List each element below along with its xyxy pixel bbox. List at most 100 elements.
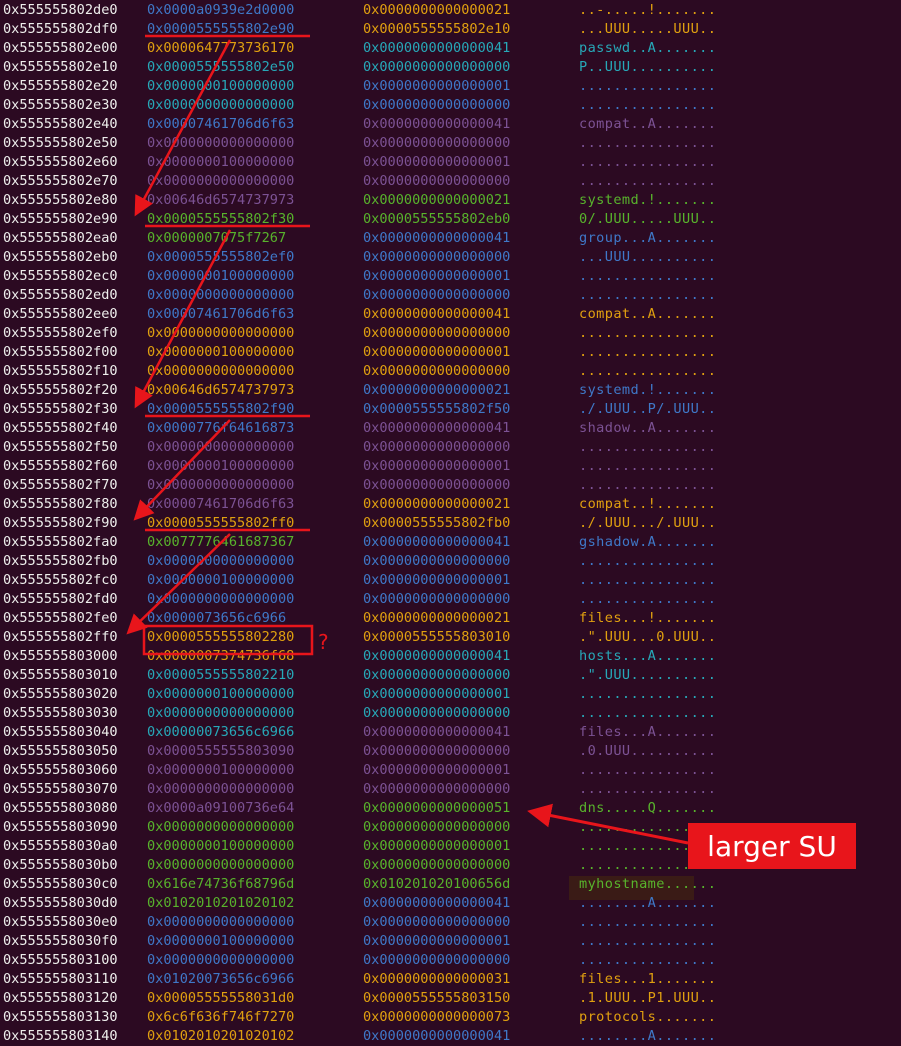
qword-cell-low: 0x00646d6574737973: [147, 192, 295, 208]
memory-row: 0x555555802fd0 0x0000000000000000 0x000000…: [0, 590, 901, 609]
memory-row: 0x555555803080 0x0000a09100736e64 0x000000…: [0, 799, 901, 818]
qword-cell-low: 0x0000a0939e2d0000: [147, 2, 295, 18]
address-cell: 0x555555803010: [3, 667, 118, 683]
qword-cell-low: 0x0000555555802f90: [147, 401, 295, 417]
qword-cell-low: 0x0000000000000000: [147, 914, 295, 930]
ascii-cell: ................: [579, 477, 717, 493]
qword-cell-low: 0x0000776f64616873: [147, 420, 295, 436]
qword-cell-low: 0x0000555555802210: [147, 667, 295, 683]
ascii-cell: files...1.......: [579, 971, 717, 987]
qword-cell-low: 0x0000000000000000: [147, 173, 295, 189]
address-cell: 0x555555803080: [3, 800, 118, 816]
address-cell: 0x555555803070: [3, 781, 118, 797]
ascii-cell: .".UUU...0.UUU..: [579, 629, 717, 645]
ascii-cell: ................: [579, 154, 717, 170]
qword-cell-high: 0x0000000000000000: [363, 553, 511, 569]
qword-cell-high: 0x0000000000000000: [363, 97, 511, 113]
qword-cell-high: 0x0000000000000041: [363, 648, 511, 664]
memory-row: 0x555555802f20 0x00646d6574737973 0x000000…: [0, 381, 901, 400]
ascii-cell: ................: [579, 914, 717, 930]
qword-cell-high: 0x0000000000000000: [363, 135, 511, 151]
qword-cell-low: 0x0000555555802280: [147, 629, 295, 645]
qword-cell-high: 0x0000000000000000: [363, 591, 511, 607]
memory-row: 0x555555802ed0 0x0000000000000000 0x000000…: [0, 286, 901, 305]
memory-row: 0x555555802f50 0x0000000000000000 0x000000…: [0, 438, 901, 457]
address-cell: 0x555555802f80: [3, 496, 118, 512]
ascii-cell: protocols.......: [579, 1009, 717, 1025]
qword-cell-low: 0x0000000100000000: [147, 78, 295, 94]
address-cell: 0x555555802e10: [3, 59, 118, 75]
address-cell: 0x555555802fa0: [3, 534, 118, 550]
ascii-cell: hosts...A.......: [579, 648, 717, 664]
ascii-cell: compat..A.......: [579, 306, 717, 322]
qword-cell-low: 0x0000555555802f30: [147, 211, 295, 227]
ascii-cell: .1.UUU..P1.UUU..: [579, 990, 717, 1006]
memory-row: 0x555555802e80 0x00646d6574737973 0x000000…: [0, 191, 901, 210]
qword-cell-low: 0x0000000100000000: [147, 762, 295, 778]
qword-cell-high: 0x0000000000000000: [363, 705, 511, 721]
address-cell: 0x555555802f60: [3, 458, 118, 474]
qword-cell-high: 0x0000555555802eb0: [363, 211, 511, 227]
address-cell: 0x555555802f50: [3, 439, 118, 455]
qword-cell-high: 0x0000000000000041: [363, 724, 511, 740]
qword-cell-low: 0x0000000100000000: [147, 838, 295, 854]
qword-cell-low: 0x0000073656c6966: [147, 610, 287, 626]
address-cell: 0x555555802e70: [3, 173, 118, 189]
ascii-cell: ................: [579, 591, 717, 607]
address-cell: 0x5555558030a0: [3, 838, 118, 854]
ascii-cell: myhostname......: [579, 876, 717, 892]
ascii-cell: systemd.!.......: [579, 382, 717, 398]
qword-cell-low: 0x0000007075f7267: [147, 230, 287, 246]
qword-cell-low: 0x0000000100000000: [147, 154, 295, 170]
qword-cell-high: 0x0000555555802fb0: [363, 515, 511, 531]
qword-cell-low: 0x0000000000000000: [147, 363, 295, 379]
address-cell: 0x555555802e80: [3, 192, 118, 208]
memory-row: 0x555555802fe0 0x0000073656c6966 0x0000000…: [0, 609, 901, 628]
ascii-cell: ................: [579, 78, 717, 94]
memory-row: 0x555555802f60 0x0000000100000000 0x000000…: [0, 457, 901, 476]
qword-cell-high: 0x0000000000000041: [363, 1028, 511, 1044]
ascii-cell: ................: [579, 363, 717, 379]
address-cell: 0x555555802e20: [3, 78, 118, 94]
address-cell: 0x555555803130: [3, 1009, 118, 1025]
memory-row: 0x555555802e20 0x0000000100000000 0x000000…: [0, 77, 901, 96]
memory-row: 0x5555558030d0 0x0102010201020102 0x000000…: [0, 894, 901, 913]
ascii-cell: ./.UUU.../.UUU..: [579, 515, 717, 531]
ascii-cell: 0/.UUU.....UUU..: [579, 211, 717, 227]
address-cell: 0x555555802f40: [3, 420, 118, 436]
ascii-cell: files...A.......: [579, 724, 717, 740]
address-cell: 0x555555803090: [3, 819, 118, 835]
ascii-cell: ................: [579, 705, 717, 721]
qword-cell-high: 0x0000000000000031: [363, 971, 511, 987]
address-cell: 0x555555803140: [3, 1028, 118, 1044]
memory-row: 0x555555802eb0 0x0000555555802ef0 0x000000…: [0, 248, 901, 267]
ascii-cell: compat..A.......: [579, 116, 717, 132]
qword-cell-low: 0x0000000000000000: [147, 781, 295, 797]
qword-cell-low: 0x0000000100000000: [147, 458, 295, 474]
ascii-cell: ................: [579, 686, 717, 702]
qword-cell-low: 0x00005555558031d0: [147, 990, 295, 1006]
qword-cell-high: 0x0000000000000000: [363, 914, 511, 930]
memory-row: 0x555555803010 0x0000555555802210 0x000000…: [0, 666, 901, 685]
address-cell: 0x555555802fb0: [3, 553, 118, 569]
memory-row: 0x555555802ff0 0x0000555555802280 0x000055…: [0, 628, 901, 647]
qword-cell-high: 0x0000000000000000: [363, 173, 511, 189]
ascii-cell: .".UUU..........: [579, 667, 717, 683]
qword-cell-high: 0x0000000000000041: [363, 895, 511, 911]
ascii-cell: ..-.....!.......: [579, 2, 717, 18]
address-cell: 0x555555802f30: [3, 401, 118, 417]
ascii-cell: ................: [579, 572, 717, 588]
qword-cell-high: 0x0000000000000000: [363, 819, 511, 835]
address-cell: 0x555555803020: [3, 686, 118, 702]
qword-cell-low: 0x0000007374736f68: [147, 648, 295, 664]
qword-cell-high: 0x0000000000000000: [363, 249, 511, 265]
address-cell: 0x555555802f70: [3, 477, 118, 493]
address-cell: 0x555555802eb0: [3, 249, 118, 265]
qword-cell-low: 0x0102010201020102: [147, 895, 295, 911]
ascii-cell: ................: [579, 781, 717, 797]
memory-row: 0x555555802e50 0x0000000000000000 0x000000…: [0, 134, 901, 153]
memory-row: 0x555555803120 0x00005555558031d0 0x000055…: [0, 989, 901, 1008]
memory-row: 0x555555802f10 0x0000000000000000 0x000000…: [0, 362, 901, 381]
memory-row: 0x555555803070 0x0000000000000000 0x000000…: [0, 780, 901, 799]
qword-cell-high: 0x0000000000000000: [363, 781, 511, 797]
